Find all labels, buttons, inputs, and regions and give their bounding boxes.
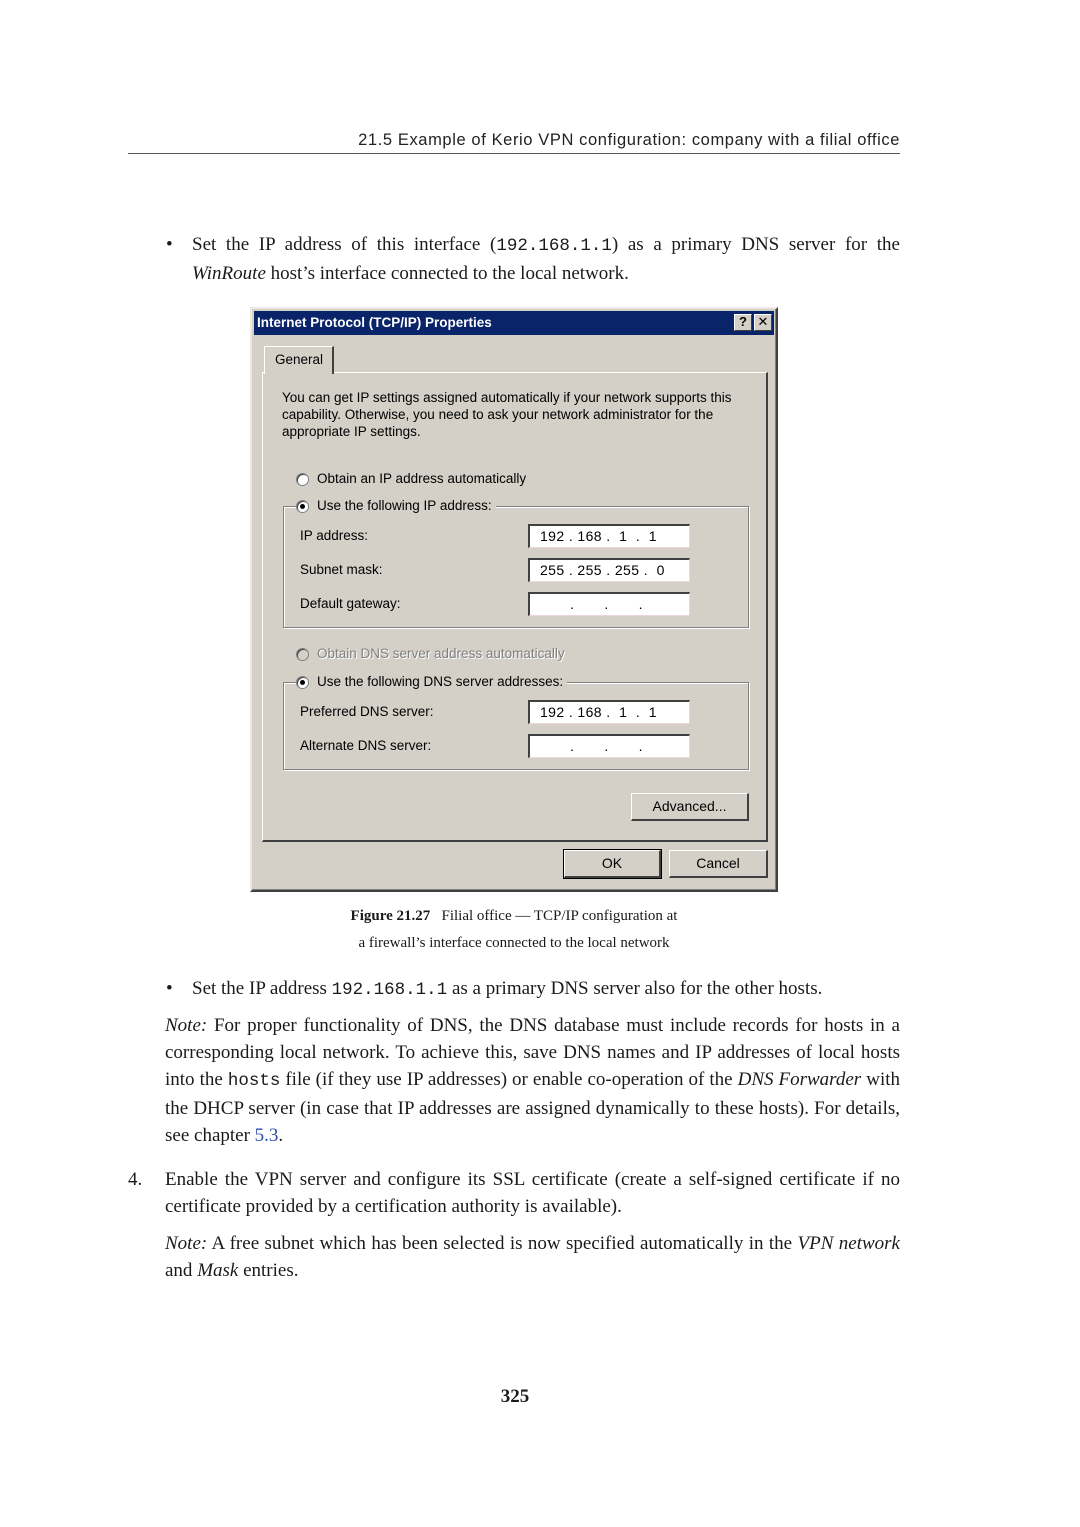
text: host’s interface connected to the local … xyxy=(265,263,629,284)
cancel-button[interactable]: Cancel xyxy=(669,850,768,878)
note-label: Note: xyxy=(165,1015,208,1036)
intro-text: You can get IP settings assigned automat… xyxy=(282,390,732,439)
paragraph-dns-interface: Set the IP address of this interface (19… xyxy=(192,231,900,287)
advanced-button[interactable]: Advanced... xyxy=(631,793,749,821)
radio-label: Use the following IP address: xyxy=(317,498,492,513)
text: . xyxy=(278,1125,284,1146)
ip-code: 192.168.1.1 xyxy=(331,980,448,1000)
preferred-dns-input[interactable]: 192 . 168 . 1 . 1 xyxy=(528,700,690,724)
preferred-dns-label: Preferred DNS server: xyxy=(300,704,434,719)
text: as a primary DNS server also for the oth… xyxy=(447,978,823,999)
hosts-code: hosts xyxy=(227,1071,281,1091)
radio-obtain-ip[interactable]: Obtain an IP address automatically xyxy=(296,470,531,488)
ip-code: 192.168.1.1 xyxy=(496,236,612,256)
page-number: 325 xyxy=(500,1386,530,1407)
radio-checked-icon[interactable] xyxy=(296,499,309,513)
text: entries. xyxy=(238,1260,299,1281)
feature-name: DNS Forwarder xyxy=(737,1069,862,1090)
radio-label: Obtain an IP address automatically xyxy=(317,471,527,486)
figure-label: Figure 21.27 xyxy=(350,908,431,924)
running-head: 21.5 Example of Kerio VPN configuration:… xyxy=(128,131,900,154)
step-4-text: Enable the VPN server and configure its … xyxy=(165,1169,900,1217)
field-name: Mask xyxy=(197,1260,239,1281)
text: file (if they use IP addresses) or enabl… xyxy=(280,1069,738,1090)
ip-address-label: IP address: xyxy=(300,528,369,543)
caption-text: Filial office — TCP/IP configuration at xyxy=(441,908,678,924)
text: Set the IP address of this interface ( xyxy=(192,234,497,255)
radio-label: Obtain DNS server address automatically xyxy=(317,646,565,661)
note-label: Note: xyxy=(165,1233,208,1254)
bullet-symbol: • xyxy=(166,234,173,255)
subnet-mask-input[interactable]: 255 . 255 . 255 . 0 xyxy=(528,558,690,582)
figure-caption-line1: Figure 21.27 Filial office — TCP/IP conf… xyxy=(250,903,778,929)
tab-general[interactable]: General xyxy=(264,346,334,374)
bullet-symbol: • xyxy=(166,978,173,999)
radio-label: Use the following DNS server addresses: xyxy=(317,674,564,689)
radio-checked-icon[interactable] xyxy=(296,675,309,689)
step-number: 4. xyxy=(128,1169,143,1190)
radio-obtain-dns: Obtain DNS server address automatically xyxy=(296,645,569,663)
text: and xyxy=(165,1260,198,1281)
dialog-titlebar: Internet Protocol (TCP/IP) Properties ? … xyxy=(254,311,774,335)
default-gateway-input[interactable]: . . . xyxy=(528,592,690,616)
paragraph-other-hosts: Set the IP address 192.168.1.1 as a prim… xyxy=(192,975,900,1004)
ip-address-input[interactable]: 192 . 168 . 1 . 1 xyxy=(528,524,690,548)
radio-use-dns[interactable]: Use the following DNS server addresses: xyxy=(296,673,568,691)
note-free-subnet: Note: A free subnet which has been selec… xyxy=(165,1230,900,1284)
subnet-mask-label: Subnet mask: xyxy=(300,562,383,577)
close-icon[interactable]: ✕ xyxy=(754,314,772,331)
text: A free subnet which has been selected is… xyxy=(207,1233,798,1254)
field-name: VPN network xyxy=(797,1233,900,1254)
ok-button[interactable]: OK xyxy=(563,849,662,879)
radio-disabled-icon xyxy=(296,647,309,661)
product-name: WinRoute xyxy=(192,263,266,284)
help-icon[interactable]: ? xyxy=(734,314,752,331)
default-gateway-label: Default gateway: xyxy=(300,596,401,611)
alternate-dns-input[interactable]: . . . xyxy=(528,734,690,758)
text: Set the IP address xyxy=(192,978,332,999)
alternate-dns-label: Alternate DNS server: xyxy=(300,738,432,753)
figure-caption-line2: a firewall’s interface connected to the … xyxy=(358,935,670,951)
note-dns-database: Note: For proper functionality of DNS, t… xyxy=(165,1012,900,1149)
radio-use-ip[interactable]: Use the following IP address: xyxy=(296,497,496,515)
tcpip-properties-dialog: Internet Protocol (TCP/IP) Properties ? … xyxy=(250,307,778,892)
text: ) as a primary DNS server for the xyxy=(611,234,900,255)
chapter-link[interactable]: 5.3 xyxy=(255,1125,279,1146)
dialog-title: Internet Protocol (TCP/IP) Properties xyxy=(257,315,492,330)
radio-unchecked-icon[interactable] xyxy=(296,472,309,486)
